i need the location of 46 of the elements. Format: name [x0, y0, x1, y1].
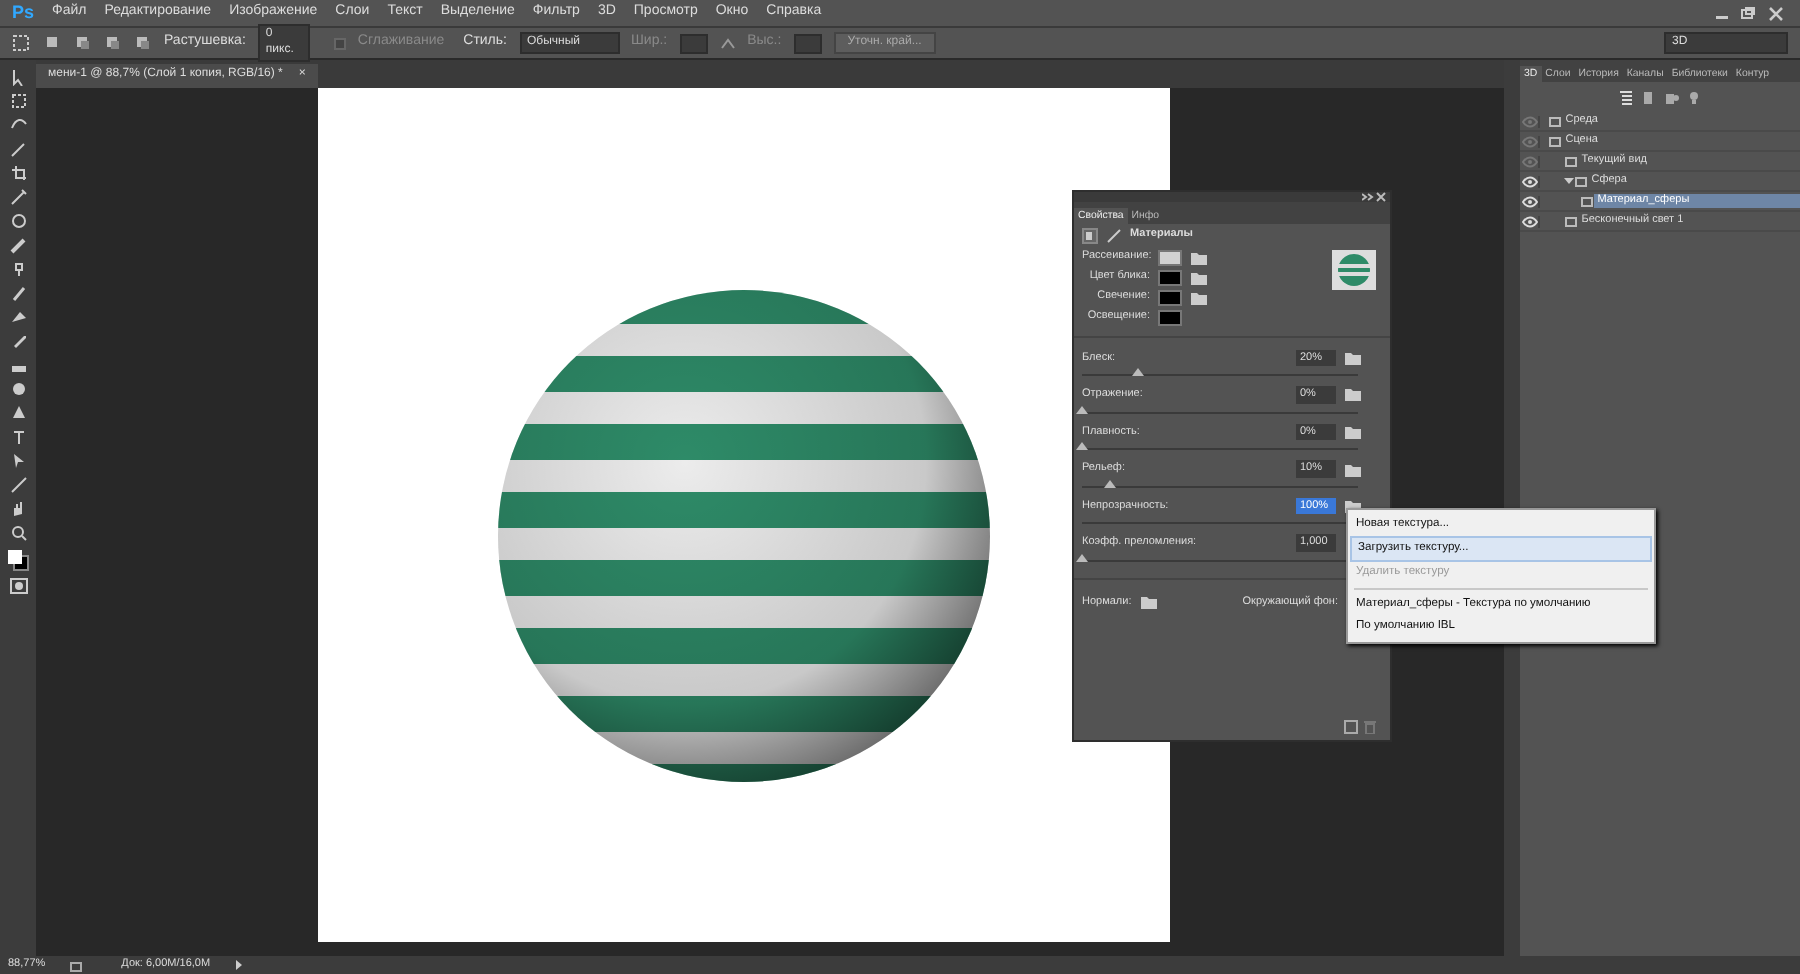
- node-icon: [1564, 155, 1578, 167]
- folder-icon[interactable]: [1139, 594, 1158, 611]
- material-icon[interactable]: [1082, 227, 1098, 244]
- slider-thumb[interactable]: [1076, 442, 1088, 451]
- close-icon[interactable]: [1764, 5, 1788, 21]
- node-icon: [1548, 115, 1562, 127]
- slider-thumb[interactable]: [1076, 554, 1088, 563]
- crop-tool-icon[interactable]: [9, 164, 27, 182]
- type-tool-icon[interactable]: [9, 428, 27, 446]
- color-swatches-icon[interactable]: [6, 548, 30, 572]
- folder-icon[interactable]: [1344, 423, 1362, 440]
- node-icon: [1580, 195, 1594, 207]
- color-swatch[interactable]: [1158, 309, 1182, 325]
- hand-tool-icon[interactable]: [9, 500, 27, 518]
- expand-arrow-icon[interactable]: [234, 960, 245, 970]
- scene-filter-icon[interactable]: [1617, 89, 1634, 105]
- collapse-icon[interactable]: [1361, 192, 1373, 202]
- marquee-icon[interactable]: [12, 34, 32, 52]
- node-icon: [1574, 175, 1588, 187]
- color-swatch[interactable]: [1158, 249, 1182, 265]
- move-tool-icon[interactable]: [9, 68, 27, 86]
- folder-icon[interactable]: [1344, 386, 1362, 403]
- folder-icon[interactable]: [1344, 349, 1362, 366]
- export-icon[interactable]: [69, 959, 84, 971]
- lasso-tool-icon[interactable]: [9, 116, 27, 134]
- quick-mask-icon[interactable]: [9, 578, 27, 594]
- slider-thumb[interactable]: [1103, 479, 1116, 488]
- node-icon: [1564, 215, 1578, 227]
- zoom-tool-icon[interactable]: [9, 524, 27, 542]
- folder-icon[interactable]: [1344, 461, 1362, 478]
- expanded-arrow-icon[interactable]: [1564, 176, 1574, 186]
- color-swatch[interactable]: [1158, 289, 1182, 305]
- node-icon: [1548, 135, 1562, 147]
- slider-thumb[interactable]: [1131, 368, 1144, 377]
- app-logo: Ps: [12, 2, 35, 24]
- width-field[interactable]: [679, 33, 708, 53]
- marquee-tool-icon[interactable]: [9, 92, 27, 110]
- new-icon[interactable]: [1343, 720, 1357, 734]
- eyedropper-tool-icon[interactable]: [9, 188, 27, 206]
- slider-thumb[interactable]: [1076, 405, 1088, 414]
- close-icon[interactable]: [1376, 192, 1387, 202]
- material-preview[interactable]: [1332, 250, 1376, 291]
- height-field[interactable]: [793, 33, 822, 53]
- restore-icon[interactable]: [1736, 5, 1761, 21]
- color-swatch[interactable]: [1158, 269, 1182, 285]
- path-select-tool-icon[interactable]: [9, 452, 27, 470]
